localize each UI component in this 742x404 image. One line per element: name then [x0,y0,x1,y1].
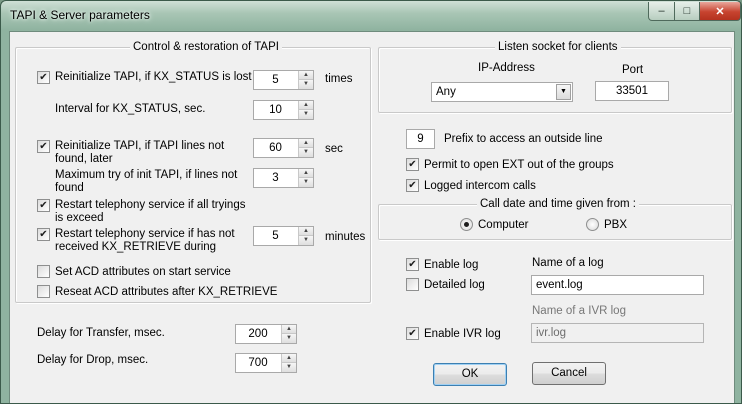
port-field[interactable]: 33501 [595,81,669,101]
spinner-up-arrow-icon[interactable]: ▲ [299,101,313,110]
spinner-down-arrow-icon[interactable]: ▼ [282,363,296,372]
reset-acd-label: Reseat ACD attributes after KX_RETRIEVE [55,286,278,298]
minimize-icon: ‒ [658,5,665,17]
close-button[interactable]: ✕ [699,2,741,21]
spinner-down-arrow-icon[interactable]: ▼ [299,236,313,245]
computer-radio-label: Computer [478,219,529,231]
enable-ivr-log-checkbox[interactable] [406,327,419,340]
spinner-up-arrow-icon[interactable]: ▲ [282,325,296,334]
log-name-label: Name of a log [532,257,604,269]
ivr-log-name-value: ivr.log [536,327,567,339]
spinner-down-arrow-icon[interactable]: ▼ [299,178,313,187]
ip-address-value: Any [436,86,456,98]
ip-address-label: IP-Address [478,62,535,74]
delay-transfer-label: Delay for Transfer, msec. [37,327,165,339]
listen-socket-group: Listen socket for clients [378,40,732,113]
prefix-label: Prefix to access an outside line [444,133,603,145]
delay-transfer-spinner[interactable]: 200 ▲ ▼ [235,324,297,344]
enable-ivr-log-label: Enable IVR log [424,328,501,340]
ok-button[interactable]: OK [433,363,507,386]
reinit-kx-status-checkbox[interactable] [37,71,50,84]
set-acd-checkbox[interactable] [37,265,50,278]
dialog-client-area: Control & restoration of TAPI Reinitiali… [9,31,735,403]
delay-transfer-value: 200 [248,328,268,340]
permit-ext-label: Permit to open EXT out of the groups [424,159,614,171]
call-date-group-title: Call date and time given from : [477,197,639,211]
control-restoration-group-title: Control & restoration of TAPI [130,40,282,54]
reinit-lines-not-found-label: Reinitialize TAPI, if TAPI lines not fou… [55,140,225,165]
listen-socket-group-title: Listen socket for clients [495,40,621,54]
reinit-lines-not-found-value: 60 [269,142,282,154]
title-bar[interactable]: TAPI & Server parameters ‒ □ ✕ [1,1,741,31]
spinner-down-arrow-icon[interactable]: ▼ [299,80,313,89]
detailed-log-checkbox[interactable] [406,278,419,291]
port-label: Port [622,64,644,76]
enable-log-checkbox[interactable] [406,258,419,271]
pbx-radio[interactable] [586,218,599,231]
prefix-field[interactable]: 9 [406,129,435,149]
restart-no-retrieve-spinner[interactable]: 5 ▲ ▼ [253,226,314,246]
pbx-radio-label: PBX [604,219,628,231]
maximize-icon: □ [683,5,691,17]
spinner-down-arrow-icon[interactable]: ▼ [299,148,313,157]
logged-intercom-checkbox[interactable] [406,179,419,192]
reinit-kx-status-spinner[interactable]: 5 ▲ ▼ [253,70,314,90]
reinit-lines-not-found-spinner[interactable]: 60 ▲ ▼ [253,138,314,158]
restart-if-exceed-label: Restart telephony service if all tryings… [55,199,246,224]
spinner-up-arrow-icon[interactable]: ▲ [299,139,313,148]
reset-acd-checkbox[interactable] [37,285,50,298]
ivr-log-name-field[interactable]: ivr.log [531,323,704,343]
restart-if-exceed-checkbox[interactable] [37,199,50,212]
call-date-group: Call date and time given from : [378,197,732,240]
interval-kx-status-label: Interval for KX_STATUS, sec. [55,103,206,115]
maximize-button[interactable]: □ [674,2,700,21]
interval-kx-status-spinner[interactable]: 10 ▲ ▼ [253,100,314,120]
spinner-up-arrow-icon[interactable]: ▲ [282,354,296,363]
spinner-up-arrow-icon[interactable]: ▲ [299,227,313,236]
cancel-button[interactable]: Cancel [532,362,606,385]
spinner-down-arrow-icon[interactable]: ▼ [282,334,296,343]
restart-no-retrieve-unit: minutes [325,231,366,243]
spinner-up-arrow-icon[interactable]: ▲ [299,71,313,80]
enable-log-label: Enable log [424,259,479,271]
max-try-init-value: 3 [272,172,279,184]
restart-no-retrieve-value: 5 [272,230,279,242]
delay-drop-spinner[interactable]: 700 ▲ ▼ [235,353,297,373]
interval-kx-status-value: 10 [269,104,282,116]
ivr-log-name-label: Name of a IVR log [532,305,626,317]
ip-address-select[interactable]: Any ▼ [431,82,573,102]
set-acd-label: Set ACD attributes on start service [55,266,231,278]
reinit-kx-status-unit: times [325,73,353,85]
window-title: TAPI & Server parameters [10,8,150,22]
reinit-lines-not-found-unit: sec [325,143,343,155]
restart-no-retrieve-checkbox[interactable] [37,228,50,241]
reinit-kx-status-label: Reinitialize TAPI, if KX_STATUS is lost [55,71,252,83]
delay-drop-label: Delay for Drop, msec. [37,354,149,366]
delay-drop-value: 700 [248,357,268,369]
logged-intercom-label: Logged intercom calls [424,180,536,192]
max-try-init-label: Maximum try of init TAPI, if lines not f… [55,169,238,194]
close-icon: ✕ [715,5,725,18]
reinit-kx-status-value: 5 [272,74,279,86]
log-name-value: event.log [536,279,583,291]
reinit-lines-not-found-checkbox[interactable] [37,140,50,153]
max-try-init-spinner[interactable]: 3 ▲ ▼ [253,168,314,188]
prefix-value: 9 [417,133,424,145]
detailed-log-label: Detailed log [424,279,485,291]
log-name-field[interactable]: event.log [531,275,704,295]
permit-ext-checkbox[interactable] [406,158,419,171]
minimize-button[interactable]: ‒ [648,2,675,21]
restart-no-retrieve-label: Restart telephony service if has not rec… [55,228,235,253]
computer-radio[interactable] [460,218,473,231]
dialog-window: TAPI & Server parameters ‒ □ ✕ Control &… [0,0,742,404]
spinner-down-arrow-icon[interactable]: ▼ [299,110,313,119]
spinner-up-arrow-icon[interactable]: ▲ [299,169,313,178]
port-value: 33501 [616,85,648,97]
dropdown-arrow-icon[interactable]: ▼ [556,84,571,100]
